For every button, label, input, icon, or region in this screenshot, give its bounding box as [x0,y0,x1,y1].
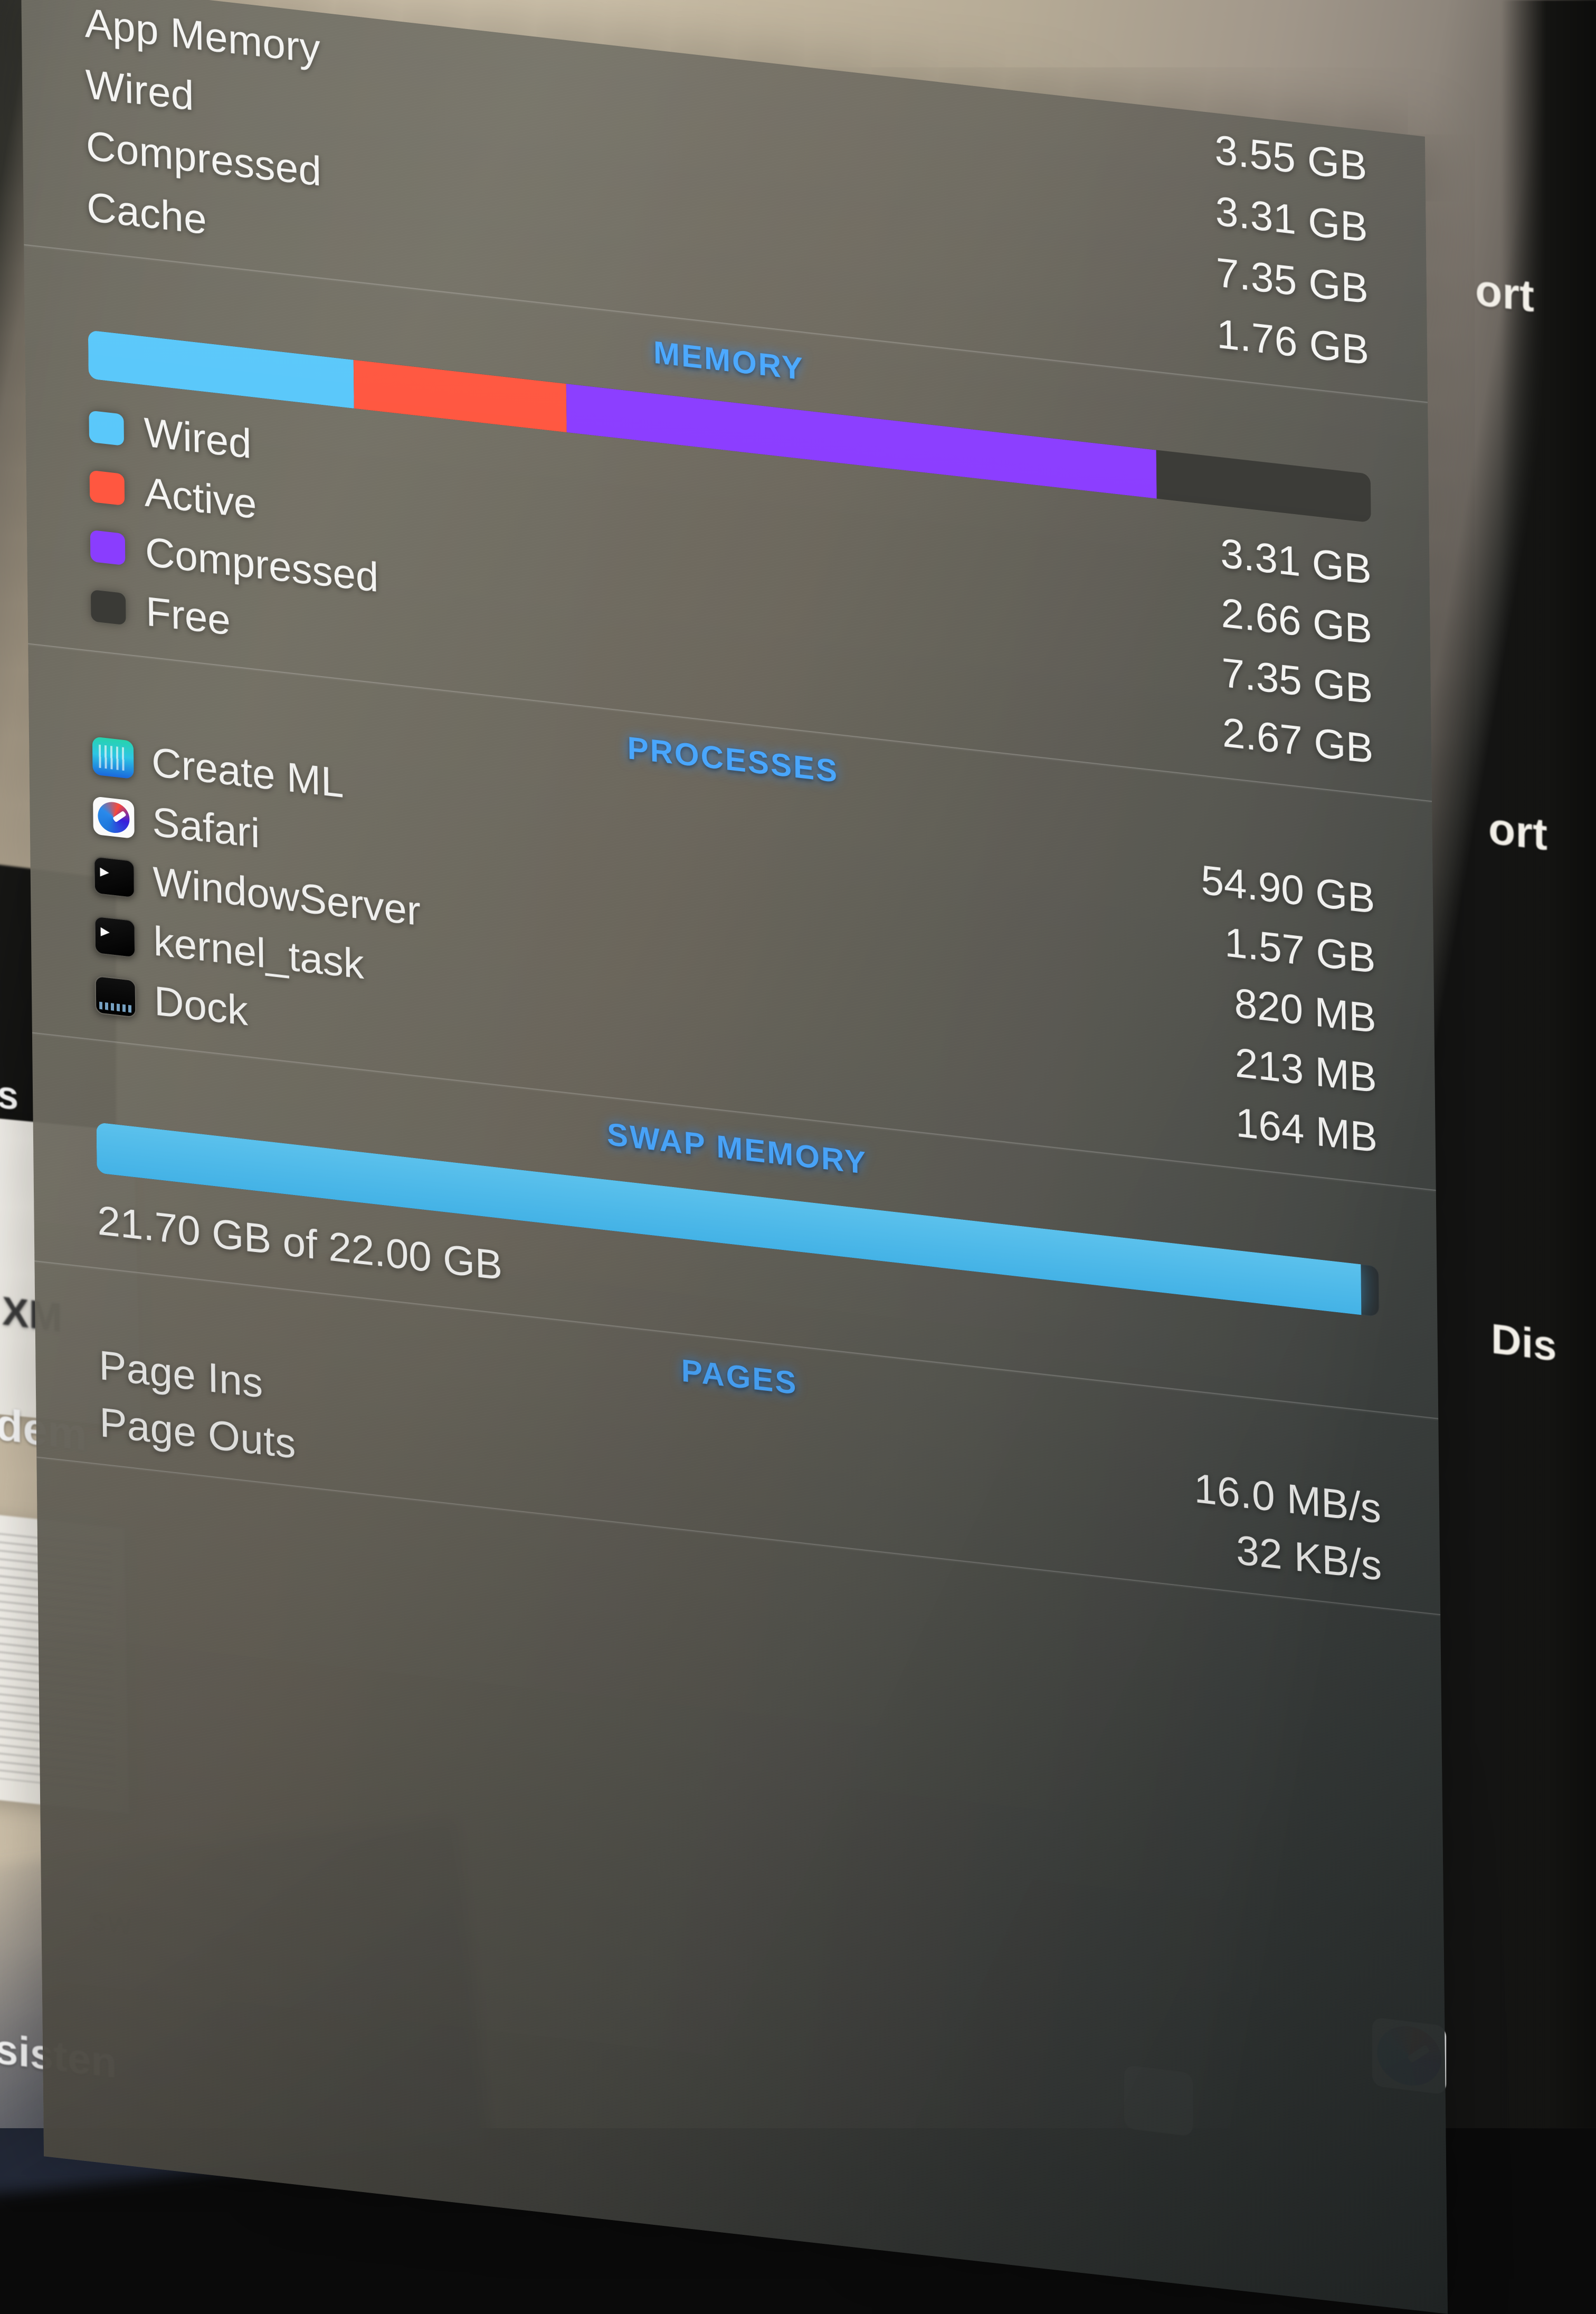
legend-swatch-active [90,470,125,505]
memory-segment-active [354,360,567,432]
stat-label: App Memory [84,2,320,70]
terminal-icon [94,915,136,958]
pages-value: 16.0 MB/s [1194,1467,1382,1530]
bg-fragment-s: s [0,1071,18,1119]
legend-value: 2.67 GB [1222,708,1373,773]
stat-value: 1.76 GB [1217,312,1370,371]
stat-value: 3.55 GB [1214,129,1367,187]
pages-value: 32 KB/s [1236,1529,1382,1587]
legend-swatch-wired [89,410,124,445]
terminal-icon [93,856,135,898]
safari-icon [93,796,135,839]
process-name: Create ML [151,738,344,808]
legend-label: Active [144,468,256,528]
bg-fragment-report-mid: ort [1488,802,1547,861]
memory-stats-popover: App Memory 3.55 GB Wired 3.31 GB Compres… [21,0,1448,2314]
legend-value: 2.66 GB [1221,589,1372,653]
process-name: kernel_task [153,917,364,989]
stat-value: 7.35 GB [1216,251,1369,310]
process-name: Dock [154,976,248,1035]
stat-label: Cache [87,186,207,241]
process-name: Safari [152,798,260,858]
stat-value: 3.31 GB [1215,190,1368,249]
legend-swatch-free [91,589,126,624]
process-memory: 820 MB [1234,979,1376,1042]
legend-label: Free [146,587,231,645]
create-ml-icon [92,736,134,779]
bg-fragment-report-top: ort [1475,264,1534,323]
pages-label: Page Ins [99,1344,263,1404]
legend-value: 3.31 GB [1220,529,1372,594]
process-memory: 1.57 GB [1224,918,1376,983]
bg-fragment-disk: Dis [1491,1314,1557,1371]
legend-swatch-compressed [90,529,126,565]
process-memory: 213 MB [1234,1038,1377,1102]
memory-segment-free [1156,450,1371,523]
process-memory: 164 MB [1236,1098,1378,1162]
stat-label: Compressed [86,125,322,192]
legend-value: 7.35 GB [1221,648,1373,713]
stat-label: Wired [86,63,194,117]
process-memory: 54.90 GB [1201,856,1375,923]
legend-label: Wired [144,408,252,468]
dock-icon [95,975,137,1018]
memory-segment-wired [88,330,354,409]
pages-label: Page Outs [99,1401,296,1465]
